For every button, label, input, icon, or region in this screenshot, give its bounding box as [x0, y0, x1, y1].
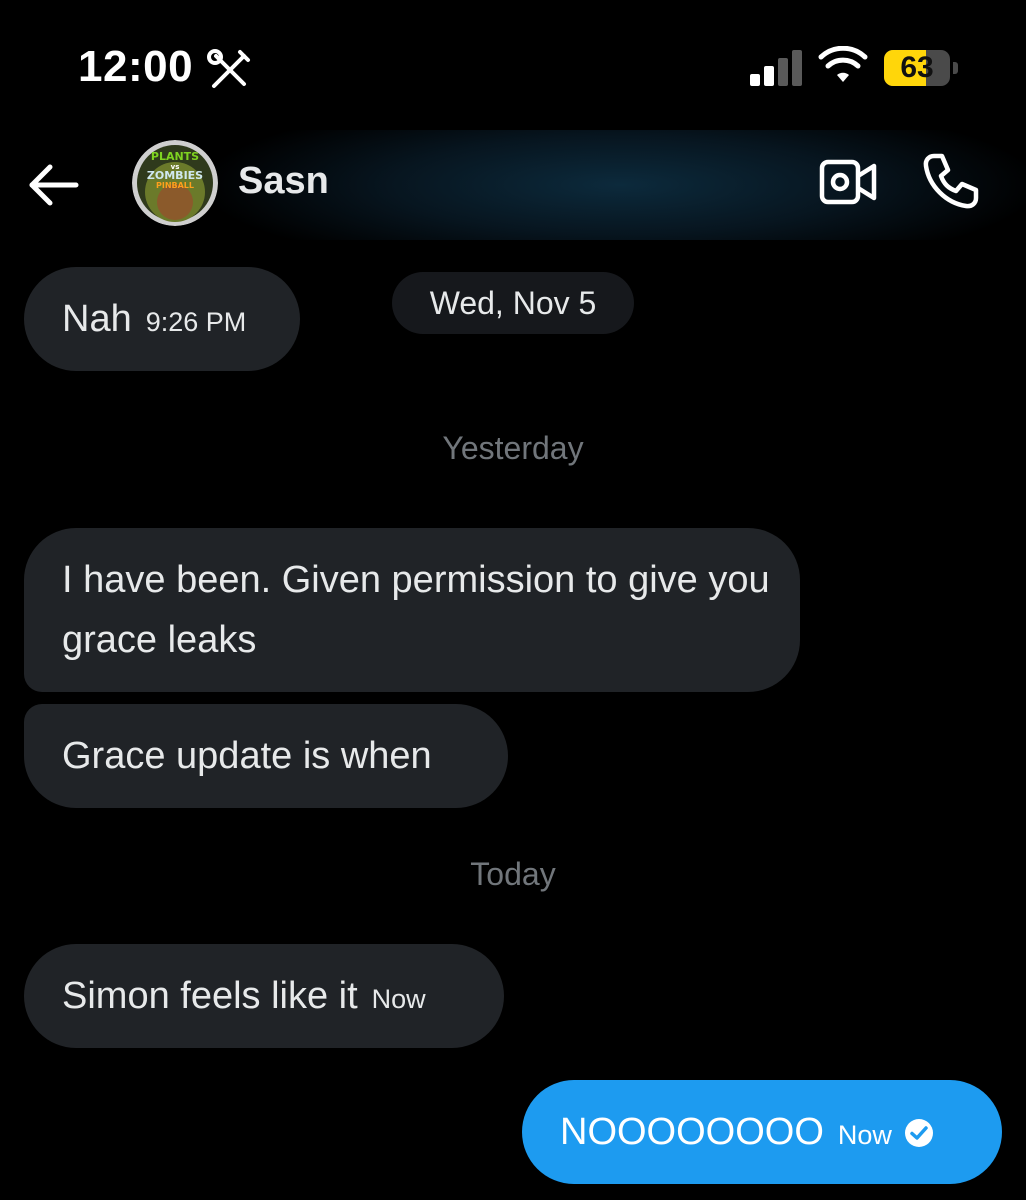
signal-bar [764, 66, 774, 86]
status-time: 12:00 [78, 42, 194, 91]
signal-bar [792, 50, 802, 86]
video-call-icon[interactable] [818, 154, 878, 210]
message-bubble-incoming[interactable]: I have been. Given permission to give yo… [24, 528, 800, 692]
message-text: NOOOOOOOO [560, 1111, 824, 1153]
contact-name[interactable]: Sasn [238, 160, 329, 203]
message-timestamp: Now [837, 1120, 892, 1150]
phone-icon[interactable] [920, 150, 982, 212]
message-text: Grace update is when [62, 735, 432, 777]
message-text: Simon feels like it [62, 975, 358, 1017]
status-bar: 12:00 63 [0, 0, 1026, 130]
avatar-text-pinball: PINBALL [156, 181, 194, 190]
day-separator-yesterday: Yesterday [442, 430, 584, 466]
message-text: I have been. Given permission to give yo… [62, 559, 770, 661]
check-circle-icon [904, 1119, 933, 1147]
message-bubble-outgoing[interactable]: NOOOOOOOO Now [522, 1080, 1002, 1184]
message-text: Nah [62, 298, 132, 340]
signal-icon [750, 50, 802, 86]
avatar[interactable]: PLANTS vs ZOMBIES PINBALL [132, 140, 218, 226]
tools-icon [207, 49, 250, 88]
message-bubble-incoming[interactable]: Grace update is when [24, 704, 508, 808]
avatar-image: PLANTS vs ZOMBIES PINBALL [132, 140, 218, 226]
arrow-left-icon[interactable] [26, 160, 82, 210]
message-bubble-incoming[interactable]: Nah 9:26 PM [24, 267, 300, 371]
signal-bar [750, 74, 760, 86]
signal-bar [778, 58, 788, 86]
message-bubble-incoming[interactable]: Simon feels like it Now [24, 944, 504, 1048]
message-timestamp: Now [371, 984, 426, 1014]
day-separator-today: Today [470, 856, 556, 892]
battery-indicator: 63 [884, 50, 950, 86]
message-timestamp: 9:26 PM [145, 307, 247, 337]
battery-tip [953, 62, 958, 74]
wifi-icon [818, 46, 868, 82]
date-pill: Wed, Nov 5 [392, 272, 634, 334]
battery-percent: 63 [900, 51, 934, 84]
conversation-header: PLANTS vs ZOMBIES PINBALL Sasn [0, 130, 1026, 240]
avatar-text-plants: PLANTS [151, 150, 199, 163]
